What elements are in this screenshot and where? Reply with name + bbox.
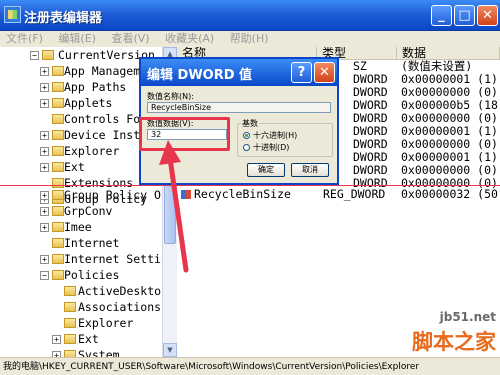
red-arrow-annotation (159, 140, 189, 273)
watermark-site: jb51.net (439, 310, 496, 324)
watermark-logo: 脚本之家 (412, 330, 496, 354)
